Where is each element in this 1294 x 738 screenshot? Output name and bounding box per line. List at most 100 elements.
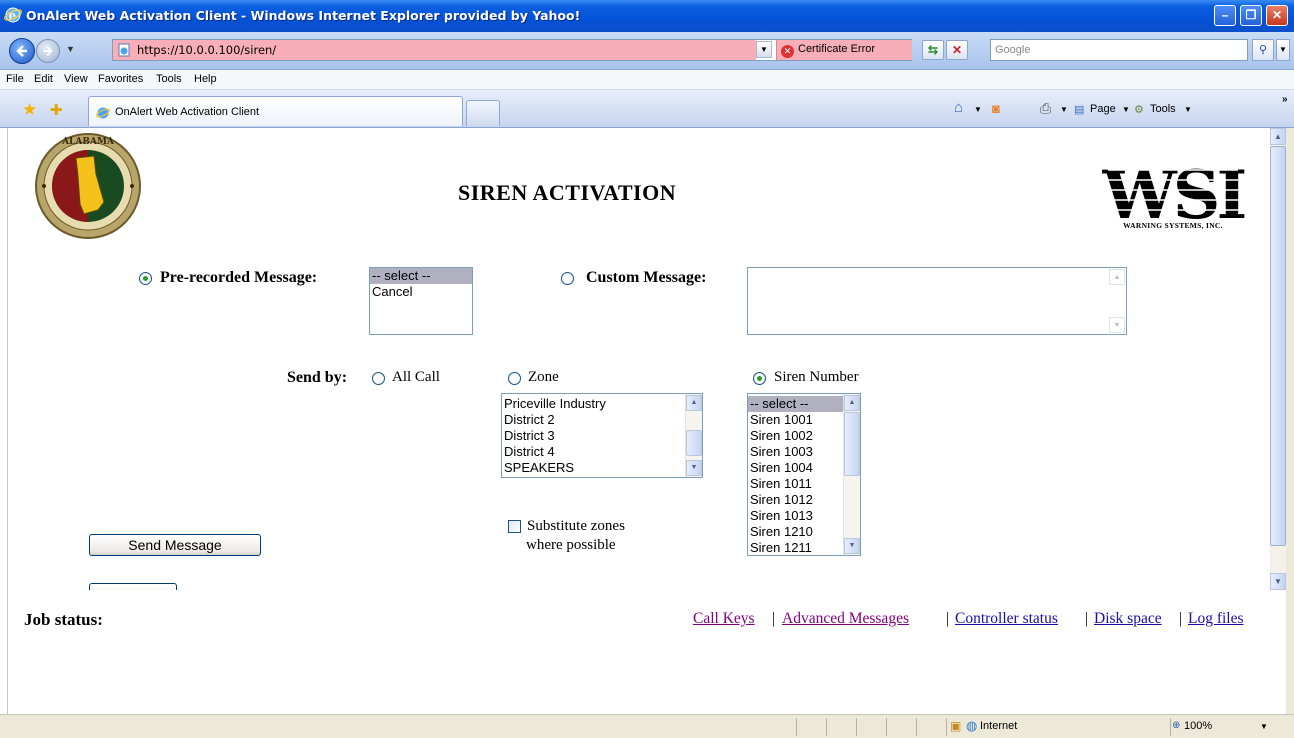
disk-space-link[interactable]: Disk space [1094, 610, 1162, 628]
list-item[interactable]: SPEAKERS [502, 460, 702, 476]
ie-logo-icon: e [4, 7, 22, 23]
scroll-down-icon[interactable]: ▼ [1270, 573, 1286, 590]
zone-radio[interactable] [508, 372, 521, 385]
search-options-dropdown[interactable]: ▼ [1276, 39, 1290, 61]
custom-message-textarea[interactable]: ▲ ▼ [747, 267, 1127, 335]
list-item[interactable]: -- select -- [370, 268, 472, 284]
log-files-link[interactable]: Log files [1188, 610, 1244, 628]
advanced-messages-link[interactable]: Advanced Messages [782, 610, 909, 628]
status-cell [826, 718, 827, 736]
substitute-zones-label-1: Substitute zones [527, 518, 625, 534]
favorites-star-icon[interactable]: ★ [22, 100, 37, 120]
add-favorites-icon[interactable]: ✚ [50, 101, 63, 119]
page-scrollbar[interactable]: ▲ ▼ [1270, 128, 1286, 590]
siren-number-radio[interactable] [753, 372, 766, 385]
menu-help[interactable]: Help [194, 73, 217, 85]
list-item[interactable]: Priceville Industry [502, 396, 702, 412]
job-status-label: Job status: [24, 610, 103, 629]
scrollbar-thumb[interactable] [844, 412, 860, 476]
custom-message-radio[interactable] [561, 272, 574, 285]
job-status-frame: Job status: Call Keys | Advanced Message… [8, 590, 1286, 714]
new-tab-button[interactable] [466, 100, 500, 126]
tab-onalert[interactable]: OnAlert Web Activation Client [88, 96, 463, 126]
call-keys-link[interactable]: Call Keys [693, 610, 755, 628]
tools-gear-icon: ⚙ [1134, 104, 1144, 116]
wsi-logo-text: WSI [1102, 156, 1245, 226]
list-item[interactable]: District 2 [502, 412, 702, 428]
search-icon[interactable]: ⚲ [1252, 39, 1274, 61]
page-title: SIREN ACTIVATION [458, 180, 677, 205]
menu-favorites[interactable]: Favorites [98, 73, 143, 85]
feeds-icon[interactable]: ◙ [992, 101, 1000, 116]
menu-file[interactable]: File [6, 73, 24, 85]
status-cell [856, 718, 857, 736]
tools-dropdown-icon[interactable]: ▼ [1184, 105, 1192, 114]
tools-menu[interactable]: Tools [1150, 103, 1176, 115]
all-call-radio[interactable] [372, 372, 385, 385]
scrollbar-thumb[interactable] [1270, 146, 1286, 546]
status-cell [886, 718, 887, 736]
menu-tools[interactable]: Tools [156, 73, 182, 85]
prerecorded-radio[interactable] [139, 272, 152, 285]
status-cell [916, 718, 917, 736]
wsi-logo: WSI [1102, 156, 1248, 226]
back-button[interactable] [9, 38, 35, 64]
partially-visible-button[interactable] [89, 583, 177, 590]
address-dropdown-button[interactable]: ▼ [756, 41, 772, 58]
recent-pages-dropdown-icon[interactable]: ▼ [66, 44, 75, 54]
send-message-button[interactable]: Send Message [89, 534, 261, 556]
minimize-button[interactable]: – [1214, 5, 1236, 26]
page-content: ALABAMA SIREN ACTIVATION WSI WARNING SYS… [8, 128, 1270, 590]
scroll-up-icon[interactable]: ▲ [844, 395, 860, 411]
scroll-up-icon[interactable]: ▲ [1109, 269, 1125, 285]
refresh-button[interactable]: ⇆ [922, 40, 944, 60]
back-arrow-icon [16, 45, 27, 57]
alabama-ema-seal-logo: ALABAMA [35, 133, 141, 239]
link-separator: | [1085, 610, 1089, 627]
all-call-label: All Call [392, 369, 440, 385]
menu-edit[interactable]: Edit [34, 73, 53, 85]
protected-mode-icon[interactable]: ▣ [950, 719, 961, 733]
scroll-down-icon[interactable]: ▼ [844, 538, 860, 554]
custom-message-label: Custom Message: [586, 269, 707, 286]
home-icon[interactable]: ⌂ [954, 99, 963, 116]
zoom-dropdown-icon[interactable]: ▼ [1260, 722, 1268, 731]
certificate-error-button[interactable]: ✕ Certificate Error [776, 40, 912, 60]
close-button[interactable]: ✕ [1266, 5, 1288, 26]
more-commands-chevron-icon[interactable]: » [1282, 94, 1288, 105]
status-bar: ▣ ◍ Internet ⊕ 100% ▼ [0, 714, 1294, 738]
print-dropdown-icon[interactable]: ▼ [1060, 105, 1068, 114]
url-text[interactable]: https://10.0.0.100/siren/ [137, 43, 276, 57]
scroll-up-icon[interactable]: ▲ [1270, 128, 1286, 145]
print-icon[interactable]: ⎙ [1040, 100, 1051, 117]
home-dropdown-icon[interactable]: ▼ [974, 105, 982, 114]
page-favicon-icon [118, 43, 130, 57]
list-item[interactable]: District 3 [502, 428, 702, 444]
link-separator: | [1179, 610, 1183, 627]
stop-button[interactable]: ✕ [946, 40, 968, 60]
list-item[interactable]: District 4 [502, 444, 702, 460]
scroll-down-icon[interactable]: ▼ [1109, 317, 1125, 333]
maximize-button[interactable]: ❐ [1240, 5, 1262, 26]
zone-list[interactable]: Priceville Industry District 2 District … [501, 393, 703, 478]
tab-ie-icon [96, 107, 110, 119]
address-field[interactable]: https://10.0.0.100/siren/ ▼ ✕ Certificate… [112, 39, 912, 61]
page-dropdown-icon[interactable]: ▼ [1122, 105, 1130, 114]
menu-view[interactable]: View [64, 73, 88, 85]
scroll-down-icon[interactable]: ▼ [686, 460, 702, 476]
controller-status-link[interactable]: Controller status [955, 610, 1058, 628]
zone-label: Zone [528, 369, 559, 385]
substitute-zones-label-2: where possible [526, 537, 616, 553]
scrollbar-thumb[interactable] [686, 430, 702, 456]
zoom-level[interactable]: 100% [1184, 720, 1212, 732]
substitute-zones-checkbox[interactable] [508, 520, 521, 533]
link-separator: | [946, 610, 950, 627]
prerecorded-message-list[interactable]: -- select -- Cancel [369, 267, 473, 335]
security-zone-label[interactable]: Internet [980, 720, 1017, 732]
scroll-up-icon[interactable]: ▲ [686, 395, 702, 411]
page-menu[interactable]: Page [1090, 103, 1116, 115]
list-item[interactable]: Cancel [370, 284, 472, 300]
forward-button[interactable] [36, 39, 60, 63]
siren-number-list[interactable]: -- select -- Siren 1001 Siren 1002 Siren… [747, 393, 861, 556]
search-input[interactable]: Google [990, 39, 1248, 61]
